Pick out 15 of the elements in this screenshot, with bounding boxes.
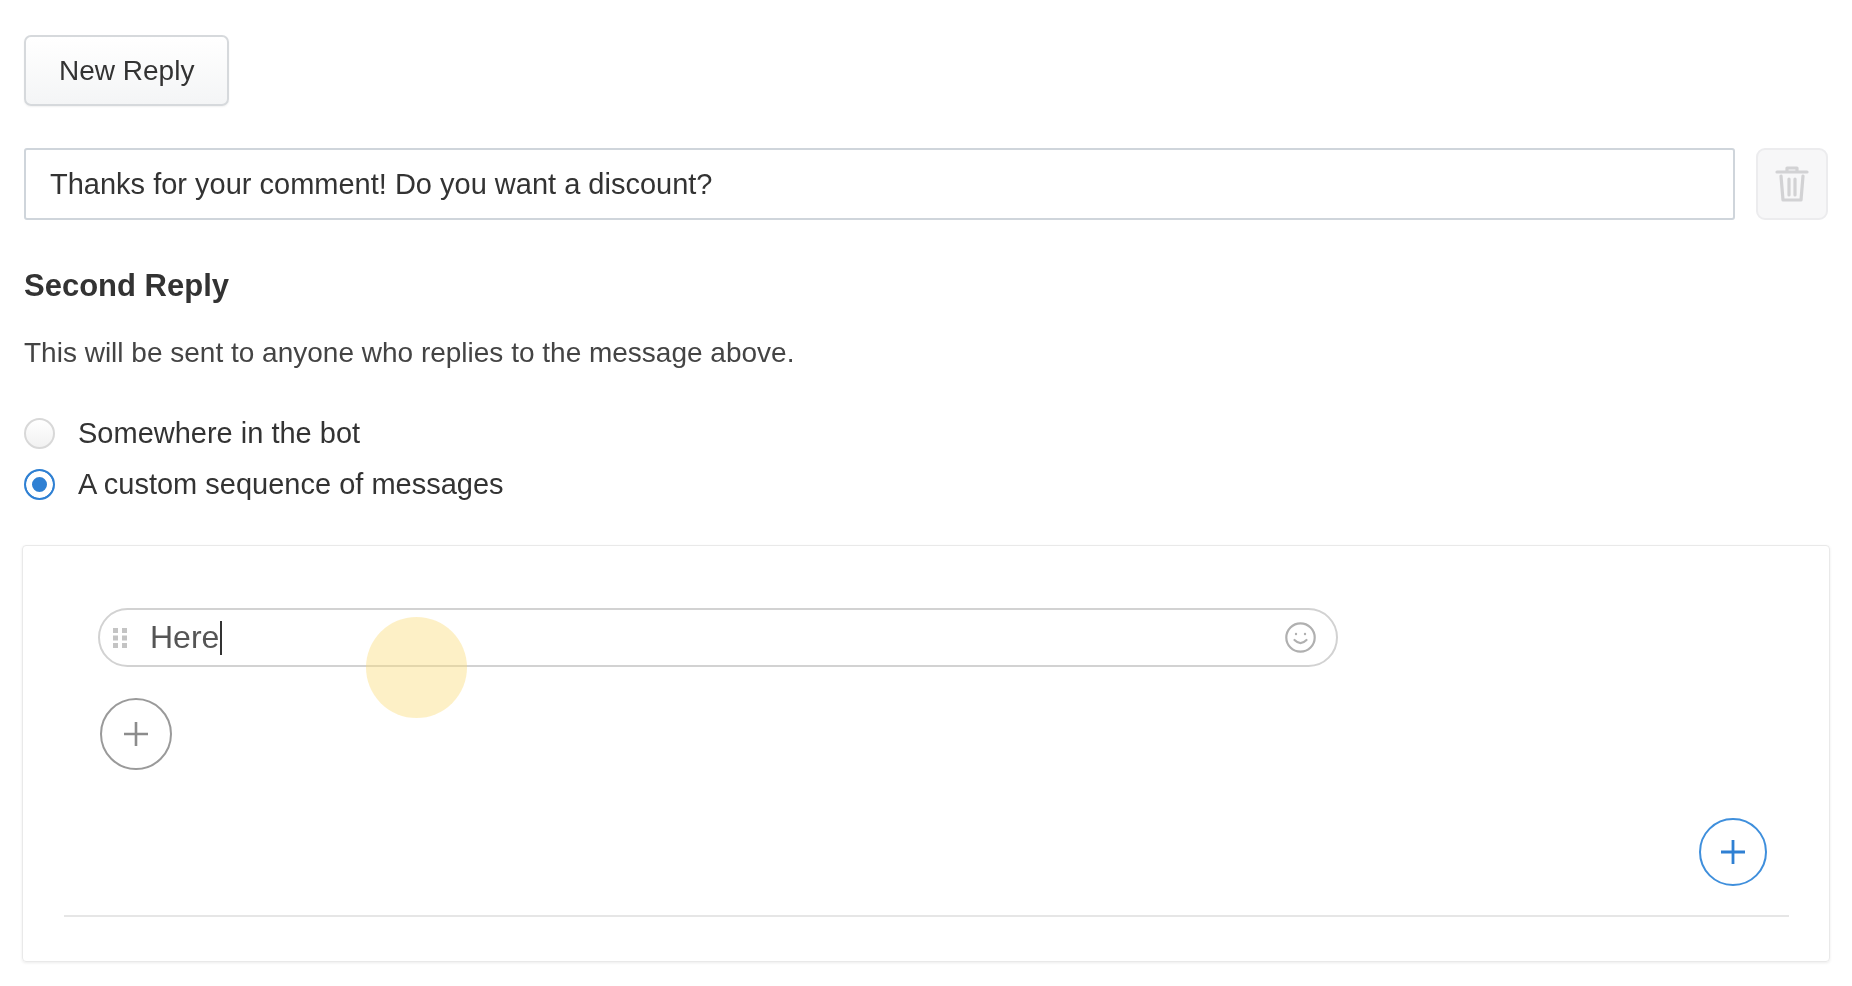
touch-indicator-icon — [366, 617, 467, 718]
radio-button[interactable] — [24, 469, 55, 500]
option-label: A custom sequence of messages — [78, 468, 504, 501]
reply-text-field[interactable]: Thanks for your comment! Do you want a discount? — [24, 148, 1735, 220]
option-label: Somewhere in the bot — [78, 417, 361, 450]
drag-handle-icon[interactable] — [113, 627, 127, 648]
plus-icon — [124, 722, 148, 746]
text-cursor-icon — [220, 620, 223, 655]
message-field[interactable]: Here — [98, 608, 1338, 667]
section-heading: Second Reply — [24, 268, 230, 304]
section-description: This will be sent to anyone who replies to the message above. — [24, 336, 796, 370]
plus-icon — [1721, 840, 1745, 864]
smiley-icon[interactable] — [1285, 622, 1316, 653]
trash-icon — [1775, 165, 1809, 203]
new-reply-button[interactable]: New Reply — [24, 35, 230, 106]
